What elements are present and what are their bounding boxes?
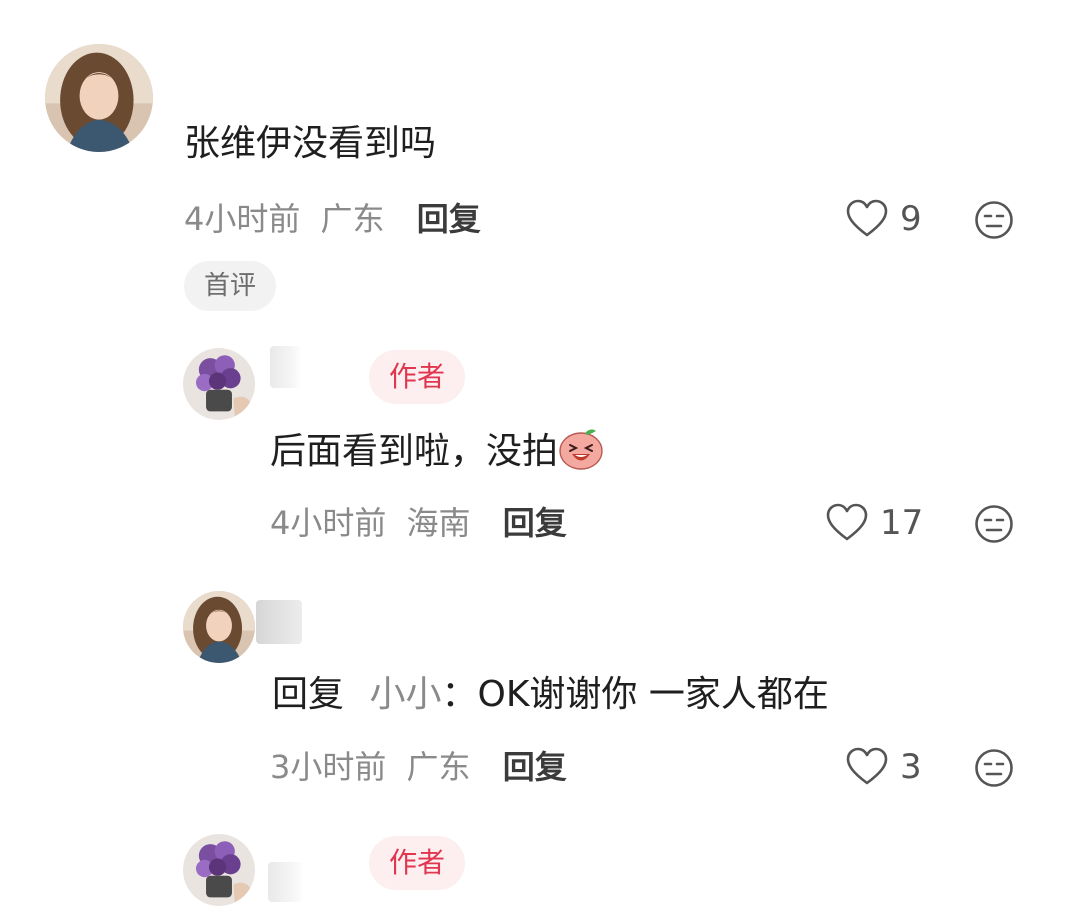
comment-meta: 4小时前 广东 回复: [184, 199, 481, 239]
neutral-face-icon: [975, 749, 1013, 787]
emoji-reaction-button[interactable]: [974, 748, 1014, 788]
username-blurred: [256, 600, 302, 644]
comment-location: 广东: [320, 200, 385, 238]
like-button[interactable]: 9: [846, 197, 922, 241]
reply-to-username[interactable]: 小小: [369, 674, 441, 715]
comment-time: 4小时前: [270, 504, 387, 542]
user-avatar[interactable]: [183, 834, 255, 906]
like-button[interactable]: 3: [846, 745, 922, 789]
author-badge: 作者: [369, 350, 465, 404]
like-count: 17: [880, 503, 924, 543]
comment-meta: 3小时前 广东 回复: [270, 747, 567, 787]
comment-text: 回复 小小：OK谢谢你 一家人都在: [272, 673, 829, 717]
reply-prefix: 回复: [272, 674, 345, 715]
author-badge: 作者: [369, 836, 465, 890]
neutral-face-icon: [975, 201, 1013, 239]
heart-icon: [846, 199, 888, 237]
laughing-sticker-icon: [559, 429, 603, 470]
emoji-reaction-button[interactable]: [974, 504, 1014, 544]
like-button[interactable]: 17: [826, 501, 923, 545]
comment-text: 张维伊没看到吗: [184, 123, 437, 164]
user-avatar[interactable]: [183, 591, 255, 663]
comment-location: 广东: [406, 748, 471, 786]
user-avatar[interactable]: [45, 44, 153, 152]
reply-button[interactable]: 回复: [503, 504, 567, 542]
woman-portrait-icon: [45, 44, 153, 152]
purple-flowers-icon: [183, 348, 255, 420]
comment-text-body: ：OK谢谢你 一家人都在: [441, 674, 829, 715]
username-blurred: [268, 862, 304, 902]
reply-button[interactable]: 回复: [503, 748, 567, 786]
like-count: 9: [900, 199, 922, 239]
like-count: 3: [900, 747, 922, 787]
comment-meta: 4小时前 海南 回复: [270, 503, 567, 543]
heart-icon: [826, 503, 868, 541]
neutral-face-icon: [975, 505, 1013, 543]
woman-portrait-icon: [183, 591, 255, 663]
comment-time: 3小时前: [270, 748, 387, 786]
comment-time: 4小时前: [184, 200, 301, 238]
comment-text: 后面看到啦，没拍: [270, 425, 604, 474]
comment-text-body: 后面看到啦，没拍: [270, 431, 559, 472]
user-avatar[interactable]: [183, 348, 255, 420]
first-comment-tag: 首评: [184, 261, 277, 311]
heart-icon: [846, 747, 888, 785]
comment-location: 海南: [406, 504, 471, 542]
reply-button[interactable]: 回复: [417, 200, 481, 238]
username-blurred: [270, 346, 302, 388]
emoji-reaction-button[interactable]: [974, 200, 1014, 240]
purple-flowers-icon: [183, 834, 255, 906]
